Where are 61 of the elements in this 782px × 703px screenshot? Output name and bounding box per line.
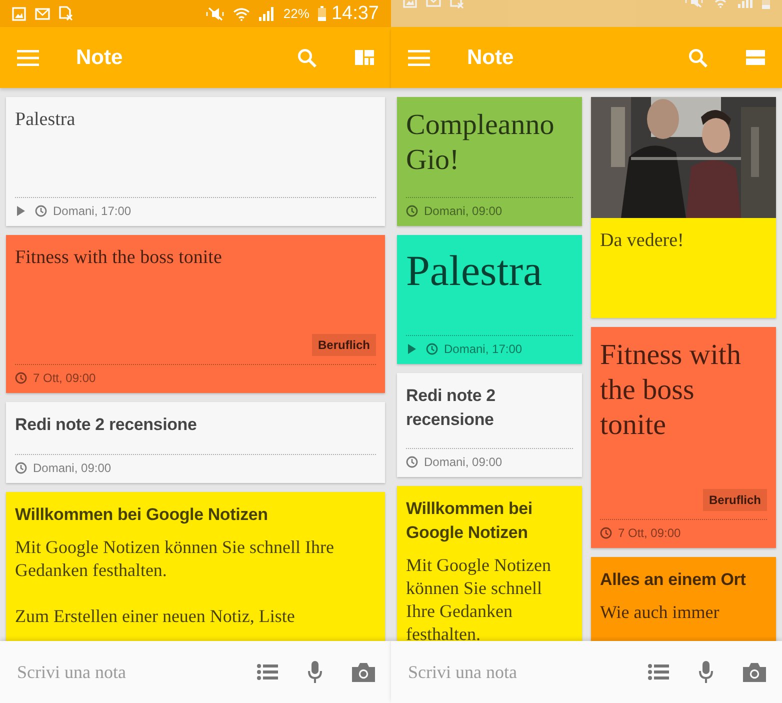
gallery-icon: [12, 6, 26, 20]
note-title: Da vedere!: [600, 229, 685, 253]
clock-icon: [35, 205, 47, 217]
checklist-icon[interactable]: [257, 664, 278, 680]
note-card[interactable]: Compleanno Gio! Domani, 09:00: [397, 97, 582, 226]
note-card[interactable]: Redi note 2 recensione Domani, 09:00: [6, 402, 385, 483]
mute-icon: [206, 6, 224, 20]
note-text: Wie auch immer: [600, 601, 720, 624]
note-card[interactable]: Fitness with the boss tonite Beruflich 7 Ott, 09:00: [591, 327, 776, 548]
app-title: Note: [76, 46, 124, 70]
checklist-icon[interactable]: [648, 664, 669, 680]
note-text: Mit Google Notizen können Sie schnell Ihre Gedanken festhalten.: [406, 554, 552, 641]
reminder-time: Domani, 09:00: [424, 204, 502, 218]
note-title: Fitness with the boss tonite: [600, 338, 742, 443]
note-card[interactable]: Willkommen bei Google Notizen Mit Google Notizen können Sie schnell Ihre Gedanken festhalten.: [397, 486, 582, 641]
note-card[interactable]: Redi note 2 recensione Domani, 09:00: [397, 373, 582, 477]
note-title: Willkommen bei Google Notizen: [15, 504, 269, 526]
reminder-time: 7 Ott, 09:00: [618, 526, 681, 540]
battery-icon: [318, 6, 326, 21]
reminder-time: Domani, 09:00: [33, 461, 112, 475]
note-card[interactable]: Willkommen bei Google Notizen Mit Google Notizen können Sie schnell Ihre Gedanken festhalten. Zum Erstellen einer neuen Notiz, Liste: [6, 492, 385, 641]
app-title: Note: [467, 46, 515, 70]
note-text: Zum Erstellen einer neuen Notiz, Liste: [15, 605, 296, 628]
note-card[interactable]: Palestra Domani, 17:00: [6, 97, 385, 226]
clock-time: 14:37: [331, 2, 379, 24]
clock-icon: [406, 205, 418, 217]
play-icon[interactable]: [408, 344, 416, 354]
note-title: Fitness with the boss tonite: [15, 246, 223, 270]
note-title: Palestra: [15, 108, 76, 132]
clock-icon: [406, 456, 418, 468]
clock-icon: [15, 462, 27, 474]
label-chip[interactable]: Beruflich: [702, 489, 767, 511]
signal-icon: [259, 6, 274, 20]
clock-icon: [600, 527, 612, 539]
clock-icon: [426, 343, 438, 355]
camera-icon[interactable]: [743, 662, 766, 682]
battery-percent: 22%: [283, 6, 310, 21]
label-chip[interactable]: Beruflich: [312, 334, 376, 356]
camera-icon[interactable]: [352, 662, 375, 682]
note-title: Palestra: [406, 247, 544, 297]
microphone-icon[interactable]: [699, 661, 713, 683]
clock-icon: [15, 372, 27, 384]
note-title: Willkommen bei Google Notizen: [406, 498, 534, 544]
note-title: Redi note 2 recensione: [15, 414, 198, 436]
note-title: Alles an einem Ort: [600, 569, 747, 591]
note-title: Compleanno Gio!: [406, 108, 556, 178]
reminder-time: 7 Ott, 09:00: [33, 371, 96, 385]
wifi-icon: [233, 6, 250, 20]
reminder-time: Domani, 17:00: [444, 342, 522, 356]
note-title: Redi note 2 recensione: [406, 385, 496, 431]
mail-icon: [35, 6, 50, 20]
reminder-time: Domani, 17:00: [53, 204, 132, 218]
microphone-icon[interactable]: [308, 661, 322, 683]
reminder-time: Domani, 09:00: [424, 455, 502, 469]
note-card[interactable]: Da vedere!: [591, 97, 776, 318]
note-card[interactable]: Alles an einem Ort Wie auch immer: [591, 557, 776, 641]
play-icon[interactable]: [17, 206, 25, 216]
note-card[interactable]: Palestra Domani, 17:00: [397, 235, 582, 364]
note-card[interactable]: Fitness with the boss tonite Beruflich 7 Ott, 09:00: [6, 235, 385, 393]
sim-card-icon: [59, 6, 73, 21]
note-text: Mit Google Notizen können Sie schnell Ihre Gedanken festhalten.: [15, 536, 335, 582]
